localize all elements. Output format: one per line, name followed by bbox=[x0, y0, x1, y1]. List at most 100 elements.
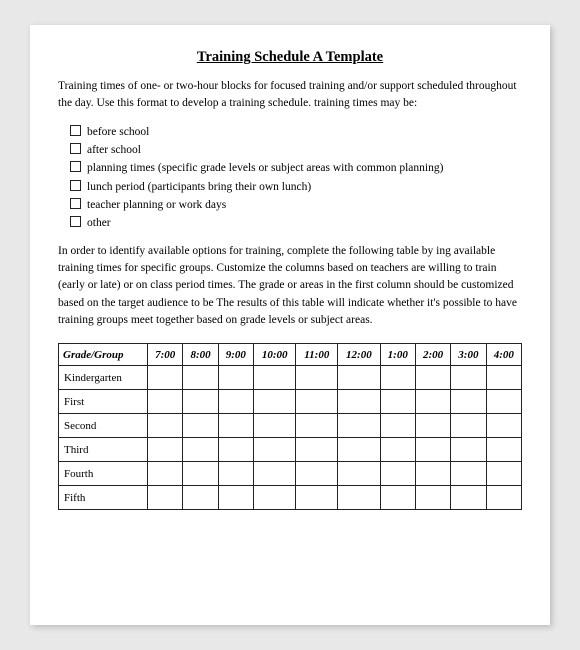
table-cell bbox=[338, 438, 380, 462]
schedule-table: Grade/Group7:008:009:0010:0011:0012:001:… bbox=[58, 343, 522, 510]
table-cell bbox=[296, 486, 338, 510]
table-cell bbox=[218, 414, 253, 438]
table-cell bbox=[380, 390, 415, 414]
checklist-item: teacher planning or work days bbox=[70, 196, 522, 214]
table-cell bbox=[254, 486, 296, 510]
table-cell bbox=[451, 486, 486, 510]
table-row: Kindergarten bbox=[59, 366, 522, 390]
table-cell bbox=[148, 462, 183, 486]
table-cell bbox=[296, 366, 338, 390]
table-cell bbox=[183, 438, 218, 462]
checklist-item-label: teacher planning or work days bbox=[87, 196, 226, 214]
table-cell bbox=[380, 366, 415, 390]
table-cell bbox=[486, 486, 521, 510]
table-header-cell: 3:00 bbox=[451, 344, 486, 366]
table-header-cell: 4:00 bbox=[486, 344, 521, 366]
table-cell bbox=[218, 438, 253, 462]
intro-paragraph: Training times of one- or two-hour block… bbox=[58, 78, 522, 113]
table-body: KindergartenFirstSecondThirdFourthFifth bbox=[59, 366, 522, 510]
table-cell bbox=[254, 390, 296, 414]
table-cell bbox=[486, 390, 521, 414]
table-cell bbox=[218, 462, 253, 486]
document-title: Training Schedule A Template bbox=[58, 49, 522, 66]
table-row-label: Kindergarten bbox=[59, 366, 148, 390]
table-cell bbox=[415, 414, 450, 438]
checklist-item-label: other bbox=[87, 214, 111, 232]
table-cell bbox=[338, 462, 380, 486]
table-cell bbox=[296, 462, 338, 486]
table-cell bbox=[254, 414, 296, 438]
table-header-row: Grade/Group7:008:009:0010:0011:0012:001:… bbox=[59, 344, 522, 366]
table-cell bbox=[380, 438, 415, 462]
table-cell bbox=[183, 414, 218, 438]
checklist-item-label: lunch period (participants bring their o… bbox=[87, 178, 311, 196]
checkbox-icon bbox=[70, 161, 81, 172]
table-cell bbox=[380, 486, 415, 510]
table-cell bbox=[183, 390, 218, 414]
table-header-cell: 9:00 bbox=[218, 344, 253, 366]
table-cell bbox=[338, 366, 380, 390]
checkbox-icon bbox=[70, 125, 81, 136]
table-header-cell: 11:00 bbox=[296, 344, 338, 366]
table-row: Third bbox=[59, 438, 522, 462]
table-cell bbox=[486, 366, 521, 390]
table-row-label: Fifth bbox=[59, 486, 148, 510]
table-header-cell: 2:00 bbox=[415, 344, 450, 366]
table-cell bbox=[183, 462, 218, 486]
table-row-label: Fourth bbox=[59, 462, 148, 486]
checkbox-icon bbox=[70, 143, 81, 154]
table-cell bbox=[451, 462, 486, 486]
checkbox-icon bbox=[70, 216, 81, 227]
table-cell bbox=[338, 486, 380, 510]
table-cell bbox=[148, 438, 183, 462]
checklist-item: lunch period (participants bring their o… bbox=[70, 178, 522, 196]
table-cell bbox=[380, 414, 415, 438]
checklist-item-label: planning times (specific grade levels or… bbox=[87, 159, 443, 177]
table-header-cell: 1:00 bbox=[380, 344, 415, 366]
checkbox-icon bbox=[70, 180, 81, 191]
table-row: First bbox=[59, 390, 522, 414]
table-row: Second bbox=[59, 414, 522, 438]
table-cell bbox=[218, 486, 253, 510]
checklist-item: other bbox=[70, 214, 522, 232]
table-cell bbox=[486, 438, 521, 462]
table-cell bbox=[338, 390, 380, 414]
table-cell bbox=[183, 366, 218, 390]
checkbox-icon bbox=[70, 198, 81, 209]
table-cell bbox=[183, 486, 218, 510]
table-cell bbox=[218, 390, 253, 414]
table-cell bbox=[415, 486, 450, 510]
table-row-label: Third bbox=[59, 438, 148, 462]
table-header-cell: 8:00 bbox=[183, 344, 218, 366]
table-cell bbox=[451, 366, 486, 390]
table-cell bbox=[296, 414, 338, 438]
table-header-cell: 12:00 bbox=[338, 344, 380, 366]
table-cell bbox=[415, 438, 450, 462]
table-cell bbox=[148, 366, 183, 390]
table-row-label: Second bbox=[59, 414, 148, 438]
table-cell bbox=[296, 390, 338, 414]
table-cell bbox=[254, 438, 296, 462]
table-cell bbox=[415, 462, 450, 486]
checklist-item: before school bbox=[70, 123, 522, 141]
table-row: Fourth bbox=[59, 462, 522, 486]
table-cell bbox=[254, 462, 296, 486]
checklist-item: planning times (specific grade levels or… bbox=[70, 159, 522, 177]
table-cell bbox=[451, 390, 486, 414]
checklist: before schoolafter schoolplanning times … bbox=[70, 123, 522, 233]
table-cell bbox=[415, 390, 450, 414]
table-cell bbox=[218, 366, 253, 390]
table-header-cell: Grade/Group bbox=[59, 344, 148, 366]
table-header-cell: 10:00 bbox=[254, 344, 296, 366]
checklist-item-label: before school bbox=[87, 123, 149, 141]
table-header-cell: 7:00 bbox=[148, 344, 183, 366]
checklist-item-label: after school bbox=[87, 141, 141, 159]
table-cell bbox=[451, 414, 486, 438]
table-row: Fifth bbox=[59, 486, 522, 510]
table-cell bbox=[148, 486, 183, 510]
checklist-item: after school bbox=[70, 141, 522, 159]
table-cell bbox=[148, 390, 183, 414]
table-row-label: First bbox=[59, 390, 148, 414]
table-cell bbox=[296, 438, 338, 462]
table-cell bbox=[486, 462, 521, 486]
